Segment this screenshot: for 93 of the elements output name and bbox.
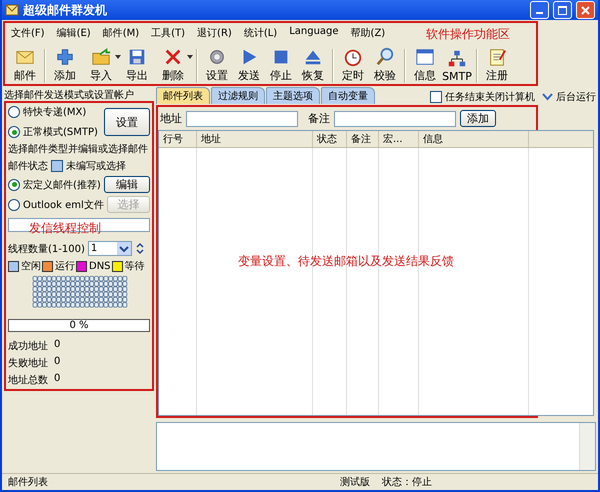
toolbar-button[interactable]: 邮件 <box>9 47 41 83</box>
legend-label: 空闲 <box>21 260 41 274</box>
legend-label: 运行 <box>55 260 75 274</box>
status-text: 状态：停止 <box>381 476 433 489</box>
address-label: 地址 <box>160 111 182 126</box>
window-title: 超级邮件群发机 <box>23 2 108 18</box>
radio-button[interactable] <box>8 106 20 118</box>
annotation-label: 变量设置、待发送邮箱以及发送结果反馈 <box>238 253 454 270</box>
spinner-icon[interactable] <box>134 241 145 256</box>
toolbar-button[interactable]: 添加 <box>49 47 81 83</box>
radio-button[interactable] <box>8 178 20 190</box>
status-text: 未编写或选择 <box>66 160 126 173</box>
stat-label: 地址总数 <box>8 374 48 387</box>
menu-item[interactable]: 邮件(M) <box>102 26 140 40</box>
cross-icon <box>163 47 183 67</box>
scrollbar[interactable] <box>579 423 595 470</box>
toolbar-button[interactable]: 设置 <box>201 47 233 83</box>
status-text: 邮件列表 <box>7 476 49 489</box>
toolbar-button[interactable]: SMTP <box>441 49 473 83</box>
stat-label: 失败地址 <box>8 356 48 370</box>
checkbox-label: 任务结束关闭计算机 <box>445 90 535 104</box>
toolbar-button[interactable]: 校验 <box>369 47 401 83</box>
menu-item[interactable]: Language <box>289 26 339 40</box>
column-header[interactable]: 地址 <box>197 131 313 147</box>
note-field[interactable] <box>334 110 456 126</box>
toolbar-button[interactable]: 发送 <box>233 47 265 83</box>
legend-label: 等待 <box>124 260 145 274</box>
tab[interactable]: 主题选项 <box>266 87 320 104</box>
source-button[interactable]: 编辑 <box>104 176 150 193</box>
column-header[interactable]: 备注 <box>347 131 379 147</box>
legend-label: DNS <box>89 260 111 272</box>
column-header[interactable]: 状态 <box>313 131 347 147</box>
close-icon <box>581 6 590 14</box>
note-label: 备注 <box>308 111 330 126</box>
menu-item[interactable]: 帮助(Z) <box>350 26 386 40</box>
chevron-icon[interactable] <box>542 93 553 101</box>
toolbar-button[interactable]: 定时 <box>337 47 369 83</box>
column-header[interactable]: 信息 <box>419 131 529 147</box>
menu-item[interactable]: 工具(T) <box>151 26 186 40</box>
toolbar-button[interactable]: 导出 <box>121 47 153 83</box>
toolbar-button[interactable]: 信息 <box>409 47 441 83</box>
menu-item[interactable]: 退订(R) <box>197 26 232 40</box>
toolbar-button[interactable]: 注册 <box>481 47 513 83</box>
clock-icon <box>343 47 363 67</box>
section-heading: 选择邮件发送模式或设置帐户 <box>4 88 135 101</box>
plus-icon <box>55 47 75 67</box>
column-header[interactable]: 宏... <box>379 131 419 147</box>
status-swatch <box>51 160 63 172</box>
notepad-icon <box>487 47 507 67</box>
maximize-icon <box>558 6 567 14</box>
radio-button[interactable] <box>8 126 20 138</box>
search-icon <box>375 47 395 67</box>
radio-label: 宏定义邮件(推荐) <box>23 178 101 192</box>
menu-item[interactable]: 统计(L) <box>244 26 278 40</box>
toolbar-button[interactable]: 恢复 <box>297 47 329 83</box>
toolbar-button[interactable]: 导入 <box>81 47 121 83</box>
network-icon <box>447 49 467 69</box>
folder-icon <box>91 47 111 67</box>
radio-label: 正常模式(SMTP) <box>23 126 98 139</box>
menu-item[interactable]: 文件(F) <box>11 26 45 40</box>
menu-item[interactable]: 编辑(E) <box>56 26 91 40</box>
stat-value: 0 <box>54 339 60 352</box>
tab[interactable]: 邮件列表 <box>156 87 210 104</box>
caret-icon[interactable] <box>116 242 131 256</box>
toolbar-button[interactable]: 删除 <box>153 47 193 83</box>
add-button[interactable]: 添加 <box>460 110 496 127</box>
progress-text: 0 % <box>69 320 89 331</box>
status-label: 邮件状态 <box>8 160 48 173</box>
caret-icon[interactable] <box>187 55 193 59</box>
status-text: 测试版 <box>339 476 371 489</box>
toolbar-button[interactable]: 停止 <box>265 47 297 83</box>
section-heading: 选择邮件类型并编辑或选择邮件 <box>8 142 149 156</box>
app-icon <box>5 3 19 17</box>
close-button[interactable] <box>576 1 595 19</box>
address-field[interactable] <box>186 110 298 126</box>
stat-value: 0 <box>54 373 60 386</box>
maximize-button[interactable] <box>553 1 572 19</box>
radio-label: Outlook eml文件 <box>23 198 104 212</box>
stat-label: 成功地址 <box>8 340 48 353</box>
annotation-label: 软件操作功能区 <box>426 26 510 40</box>
background-run-link[interactable]: 后台运行 <box>556 90 596 104</box>
caret-icon[interactable] <box>115 55 121 59</box>
tab[interactable]: 过滤规则 <box>211 87 265 104</box>
thread-count-dropdown[interactable]: 1 <box>88 241 132 256</box>
minimize-button[interactable] <box>530 1 549 19</box>
radio-label: 特快专递(MX) <box>23 106 86 119</box>
column-header[interactable]: 行号 <box>159 131 197 147</box>
tab[interactable]: 自动变量 <box>321 87 375 104</box>
settings-button[interactable]: 设置 <box>104 108 150 136</box>
thread-count-label: 线程数量(1-100) <box>8 242 85 256</box>
checkbox[interactable] <box>430 91 442 103</box>
window-icon <box>415 47 435 67</box>
stat-value: 0 <box>54 356 60 369</box>
